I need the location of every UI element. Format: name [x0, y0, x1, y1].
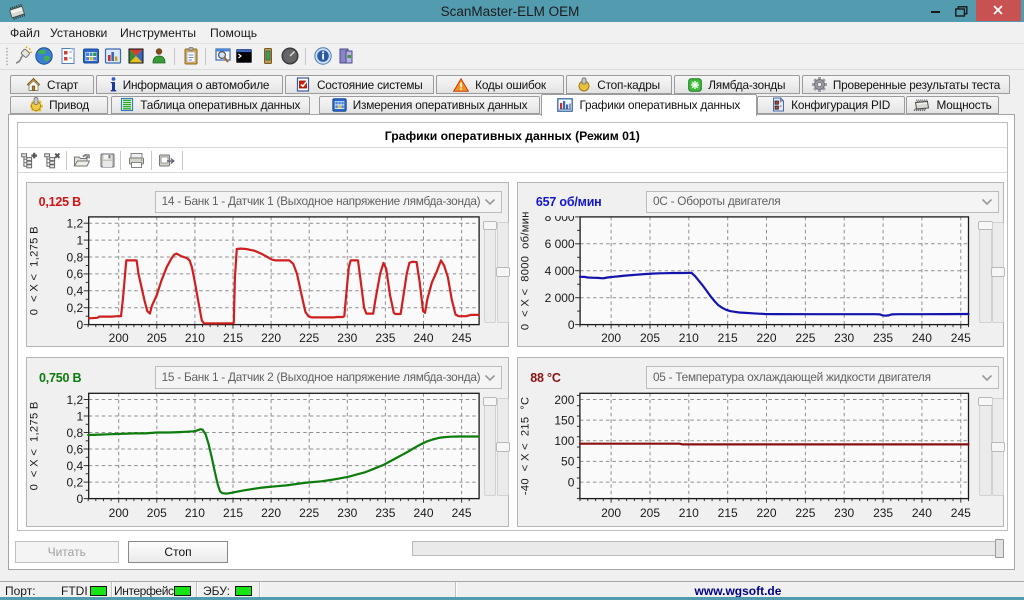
svg-text:230: 230 [338, 331, 358, 345]
svg-text:235: 235 [376, 506, 396, 520]
svg-text:215: 215 [223, 506, 243, 520]
svg-text:1: 1 [77, 234, 84, 248]
svg-text:50: 50 [561, 455, 575, 469]
svg-text:0 < X < 1,275 В: 0 < X < 1,275 В [29, 226, 41, 315]
svg-text:0,8: 0,8 [67, 426, 84, 440]
svg-text:235: 235 [873, 506, 893, 520]
svg-text:205: 205 [640, 331, 660, 345]
svg-text:210: 210 [185, 506, 205, 520]
svg-text:200: 200 [555, 393, 575, 407]
svg-text:210: 210 [185, 331, 205, 345]
svg-text:0,6: 0,6 [67, 267, 84, 281]
svg-text:100: 100 [555, 434, 575, 448]
svg-text:245: 245 [951, 331, 971, 345]
svg-text:245: 245 [951, 506, 971, 520]
svg-text:200: 200 [109, 331, 129, 345]
svg-text:0,6: 0,6 [67, 443, 84, 457]
svg-text:0,2: 0,2 [67, 476, 84, 490]
svg-text:205: 205 [640, 506, 660, 520]
svg-text:215: 215 [718, 506, 738, 520]
svg-text:0: 0 [568, 318, 575, 332]
svg-text:215: 215 [718, 331, 738, 345]
svg-text:200: 200 [601, 506, 621, 520]
svg-text:200: 200 [601, 331, 621, 345]
svg-text:0: 0 [568, 476, 575, 490]
svg-text:240: 240 [912, 506, 932, 520]
svg-text:240: 240 [414, 331, 434, 345]
svg-text:0,4: 0,4 [67, 459, 84, 473]
svg-text:215: 215 [223, 331, 243, 345]
svg-text:4 000: 4 000 [545, 264, 575, 278]
svg-text:0,8: 0,8 [67, 251, 84, 265]
svg-text:205: 205 [147, 331, 167, 345]
svg-text:0,4: 0,4 [67, 284, 84, 298]
svg-text:220: 220 [261, 331, 281, 345]
svg-text:0 < X < 1,275 В: 0 < X < 1,275 В [29, 402, 41, 491]
svg-text:235: 235 [376, 331, 396, 345]
svg-text:205: 205 [147, 506, 167, 520]
svg-text:210: 210 [679, 331, 699, 345]
svg-text:225: 225 [796, 506, 816, 520]
svg-text:0,2: 0,2 [67, 301, 84, 315]
svg-text:230: 230 [338, 506, 358, 520]
svg-text:6 000: 6 000 [545, 237, 575, 251]
svg-text:245: 245 [452, 331, 472, 345]
svg-text:210: 210 [679, 506, 699, 520]
svg-text:8 000: 8 000 [545, 210, 575, 224]
svg-text:230: 230 [835, 331, 855, 345]
svg-text:1: 1 [77, 410, 84, 424]
svg-text:240: 240 [912, 331, 932, 345]
svg-text:0 < X < 8000 об/мин: 0 < X < 8000 об/мин [520, 212, 532, 331]
svg-text:230: 230 [835, 506, 855, 520]
svg-text:220: 220 [757, 506, 777, 520]
svg-text:235: 235 [873, 331, 893, 345]
svg-text:225: 225 [299, 506, 319, 520]
svg-text:200: 200 [109, 506, 129, 520]
svg-text:0: 0 [77, 492, 84, 506]
svg-text:245: 245 [452, 506, 472, 520]
svg-text:150: 150 [555, 414, 575, 428]
svg-text:-40 < X < 215 °C: -40 < X < 215 °C [520, 397, 532, 495]
svg-text:2 000: 2 000 [545, 291, 575, 305]
svg-text:1,2: 1,2 [67, 393, 84, 407]
svg-text:0: 0 [77, 318, 84, 332]
svg-text:220: 220 [757, 331, 777, 345]
svg-text:225: 225 [796, 331, 816, 345]
svg-text:1,2: 1,2 [67, 217, 84, 231]
svg-text:220: 220 [261, 506, 281, 520]
svg-text:225: 225 [299, 331, 319, 345]
svg-text:240: 240 [414, 506, 434, 520]
